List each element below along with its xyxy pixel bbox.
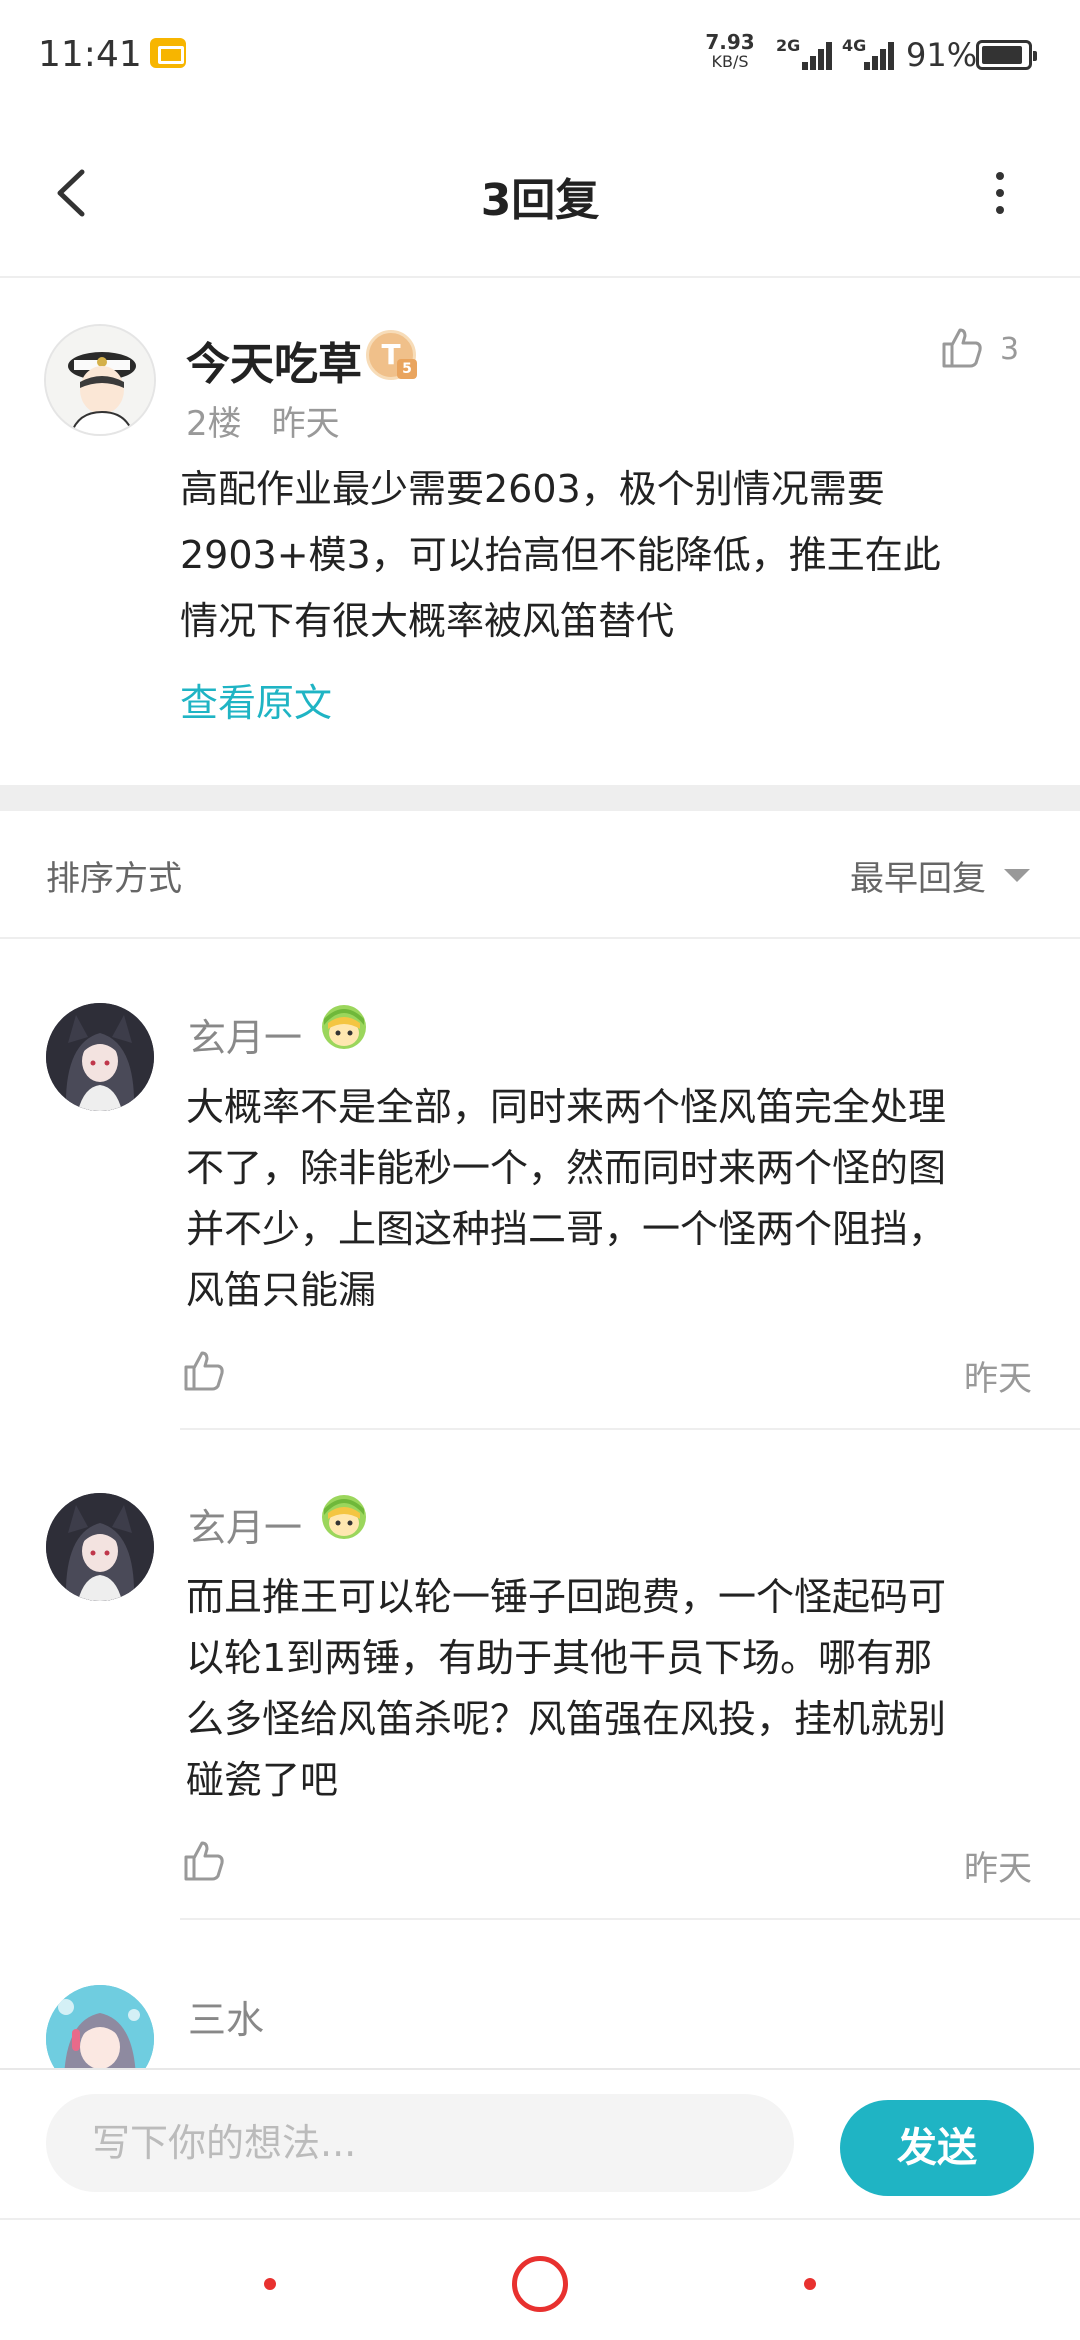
send-button[interactable]: 发送 (840, 2100, 1034, 2196)
thumbs-up-icon[interactable] (180, 1347, 228, 1395)
post-line: 高配作业最少需要2603，极个别情况需要 (180, 467, 885, 511)
page-title: 3回复 (480, 175, 600, 226)
network-type-2g: 2G (776, 36, 801, 55)
reply-author[interactable]: 三水 (188, 1989, 264, 2044)
more-vertical-icon[interactable] (990, 168, 1010, 218)
sort-dropdown[interactable]: 最早回复 (850, 851, 986, 900)
reply-line: 并不少，上图这种挡二哥，一个怪两个阻挡， (186, 1207, 947, 1251)
post-time: 昨天 (271, 404, 340, 444)
sort-bar: 排序方式 最早回复 (0, 811, 1080, 939)
status-time: 11:41 (38, 34, 142, 75)
reply-item: 三水 (0, 1923, 1080, 2068)
battery-level (982, 46, 1022, 64)
nav-home-button[interactable] (512, 2256, 568, 2312)
reply-line: 而且推王可以轮一锤子回跑费，一个怪起码可 (186, 1575, 947, 1619)
author-avatar[interactable] (44, 324, 156, 436)
battery-percent: 91% (906, 36, 978, 74)
user-medal-icon (322, 1495, 366, 1539)
post-line: 2903+模3，可以抬高但不能降低，推王在此 (180, 533, 941, 577)
user-level-badge: T 5 (366, 330, 417, 380)
reply-line: 么多怪给风笛杀呢？风笛强在风投，挂机就别 (186, 1697, 947, 1741)
reply-divider (180, 1918, 1080, 1920)
network-speed: 7.93 KB/S (700, 32, 760, 70)
reply-avatar[interactable] (46, 1003, 154, 1111)
badge-level: 5 (397, 359, 417, 379)
view-original-link[interactable]: 查看原文 (180, 672, 332, 727)
section-divider (0, 785, 1080, 811)
post-line: 情况下有很大概率被风笛替代 (180, 599, 675, 643)
signal-icon (862, 40, 898, 70)
mail-icon (150, 38, 186, 68)
user-medal-icon (322, 1005, 366, 1049)
reply-divider (180, 1428, 1080, 1430)
status-bar: 11:41 7.93 KB/S 2G 4G 91% (0, 0, 1080, 110)
reply-item: 玄月一 大概率不是全部，同时来两个怪风笛完全处理 不了，除非能秒一个，然而同时来… (0, 941, 1080, 1431)
reply-author[interactable]: 玄月一 (188, 1007, 302, 1062)
thumbs-up-icon[interactable] (938, 324, 986, 372)
signal-icon (800, 40, 836, 70)
reply-line: 风笛只能漏 (186, 1268, 377, 1312)
reply-item: 玄月一 而且推王可以轮一锤子回跑费，一个怪起码可 以轮1到两锤，有助于其他干员下… (0, 1431, 1080, 1923)
reply-author[interactable]: 玄月一 (188, 1497, 302, 1552)
reply-line: 大概率不是全部，同时来两个怪风笛完全处理 (186, 1085, 947, 1129)
caret-down-icon[interactable] (1004, 869, 1030, 882)
sort-label: 排序方式 (46, 859, 182, 899)
post-content: 高配作业最少需要2603，极个别情况需要 2903+模3，可以抬高但不能降低，推… (180, 456, 1020, 654)
main-post: 今天吃草 T 5 2楼 昨天 3 高配作业最少需要2603，极个别情况需要 290… (0, 280, 1080, 785)
system-nav-bar (0, 2222, 1080, 2340)
reply-line: 不了，除非能秒一个，然而同时来两个怪的图 (186, 1146, 947, 1190)
comment-input[interactable] (46, 2094, 794, 2192)
reply-time: 昨天 (964, 1359, 1032, 1399)
thumbs-up-icon[interactable] (180, 1837, 228, 1885)
network-speed-value: 7.93 (705, 30, 755, 54)
post-meta: 2楼 昨天 (186, 396, 340, 445)
reply-line: 以轮1到两锤，有助于其他干员下场。哪有那 (186, 1636, 933, 1680)
reply-avatar[interactable] (46, 1985, 154, 2068)
reply-line: 碰瓷了吧 (186, 1758, 339, 1802)
comment-bar: 发送 (0, 2068, 1080, 2220)
like-count: 3 (1000, 332, 1020, 367)
network-speed-unit: KB/S (711, 52, 749, 71)
reply-time: 昨天 (964, 1849, 1032, 1889)
nav-recents-button[interactable] (804, 2278, 816, 2290)
battery-icon (976, 40, 1037, 70)
reply-content: 大概率不是全部，同时来两个怪风笛完全处理 不了，除非能秒一个，然而同时来两个怪的… (186, 1077, 1046, 1321)
nav-back-button[interactable] (264, 2278, 276, 2290)
top-bar: 3回复 (0, 110, 1080, 278)
reply-content: 而且推王可以轮一锤子回跑费，一个怪起码可 以轮1到两锤，有助于其他干员下场。哪有… (186, 1567, 1046, 1811)
reply-avatar[interactable] (46, 1493, 154, 1601)
author-name[interactable]: 今天吃草 (186, 328, 362, 392)
floor-number: 2楼 (186, 404, 242, 444)
